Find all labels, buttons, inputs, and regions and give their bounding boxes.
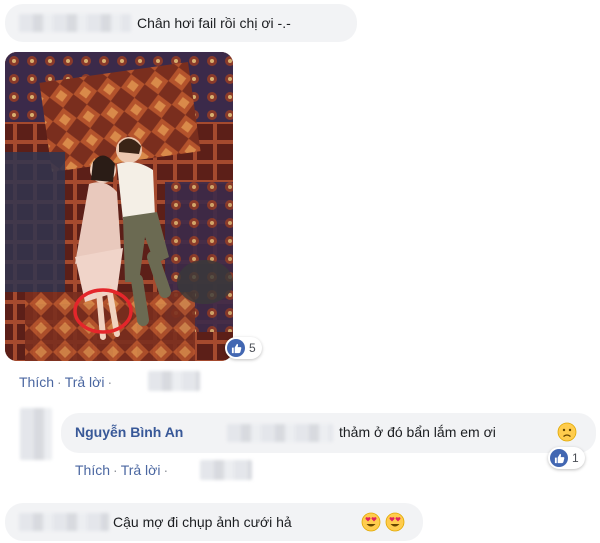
- reply-reply-link[interactable]: Trả lời: [121, 462, 161, 478]
- comment-bubble-3: Cậu mợ đi chụp ảnh cưới hả: [5, 503, 423, 541]
- separator-dot: ·: [107, 374, 113, 390]
- timestamp-redacted[interactable]: [148, 371, 200, 391]
- like-icon: [227, 339, 245, 357]
- separator-dot: ·: [113, 462, 118, 478]
- comment-bubble-1: Chân hơi fail rồi chị ơi -.-: [5, 4, 357, 42]
- reply-reaction-count-badge[interactable]: 1: [548, 447, 585, 469]
- reply-like-link[interactable]: Thích: [75, 462, 110, 478]
- reply-reaction-count: 1: [572, 451, 579, 465]
- reaction-count: 5: [249, 341, 256, 355]
- heart-eyes-emoji: [385, 512, 405, 532]
- reply-timestamp-redacted[interactable]: [200, 460, 252, 480]
- comment-text: Cậu mợ đi chụp ảnh cưới hả: [113, 514, 292, 530]
- comment-text: Chân hơi fail rồi chị ơi -.-: [137, 15, 291, 31]
- couple-on-carpet-photo: [5, 52, 233, 361]
- separator-dot: ·: [163, 462, 169, 478]
- slightly-frowning-emoji: [557, 422, 577, 442]
- reply-link[interactable]: Trả lời: [65, 374, 105, 390]
- heart-eyes-emoji: [361, 512, 381, 532]
- reaction-count-badge[interactable]: 5: [225, 337, 262, 359]
- reply-actions: Thích · Trả lời ·: [75, 462, 171, 478]
- like-link[interactable]: Thích: [19, 374, 54, 390]
- avatar[interactable]: [20, 408, 52, 460]
- commenter-name-redacted[interactable]: [19, 14, 131, 32]
- commenter-name-redacted[interactable]: [19, 513, 109, 531]
- reply-name-suffix-redacted: [227, 424, 333, 442]
- reply-author-name[interactable]: Nguyễn Bình An: [75, 424, 183, 440]
- separator-dot: ·: [57, 374, 62, 390]
- comment-photo[interactable]: [5, 52, 233, 361]
- like-icon: [550, 449, 568, 467]
- reply-bubble: Nguyễn Bình An thảm ở đó bẩn lắm em ơi: [61, 413, 596, 453]
- comment-actions: Thích · Trả lời ·: [19, 374, 115, 390]
- reply-text: thảm ở đó bẩn lắm em ơi: [339, 424, 496, 440]
